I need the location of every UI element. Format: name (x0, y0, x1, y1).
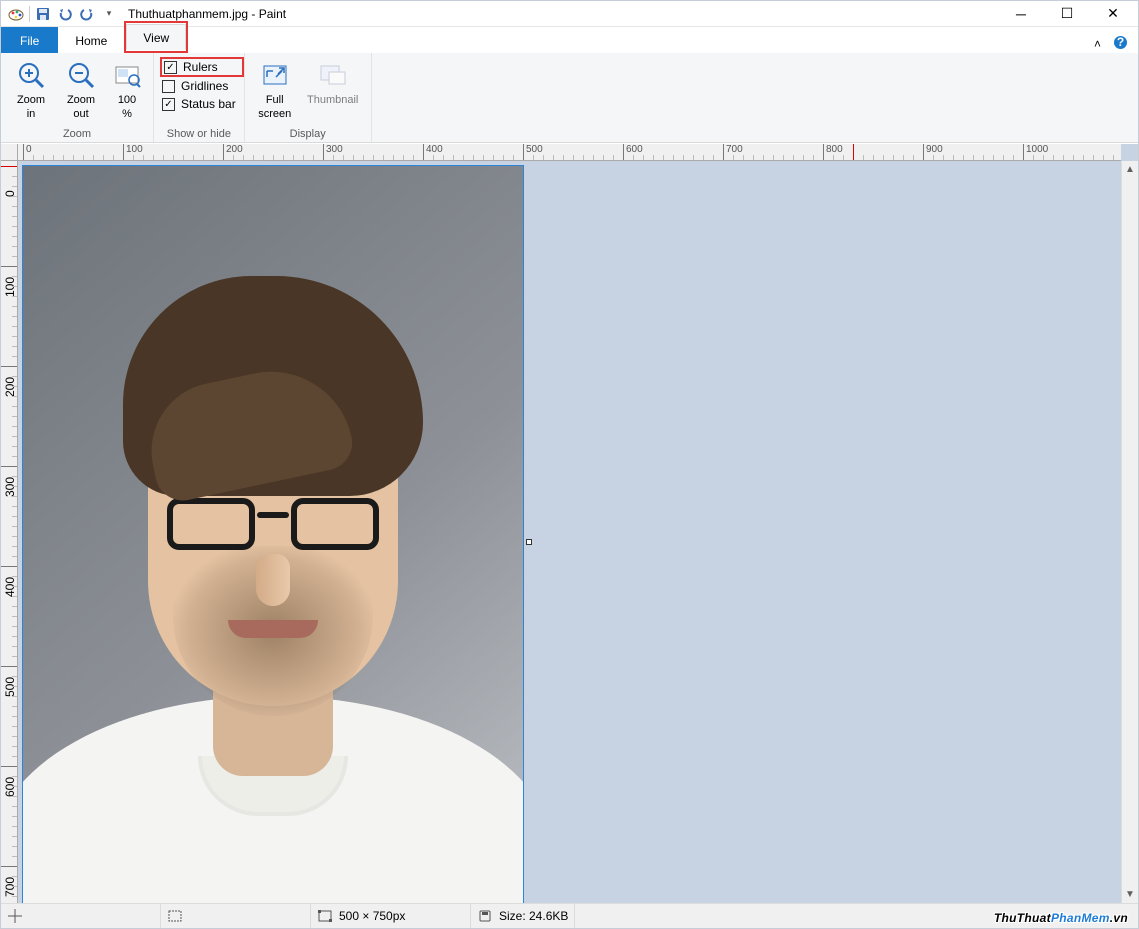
statusbar-label: Status bar (181, 97, 236, 111)
zoom-100-icon (111, 59, 143, 91)
watermark-part-b: PhanMem (1051, 911, 1110, 925)
ruler-v-tick: 300 (1, 466, 18, 467)
scroll-down-icon[interactable]: ▼ (1122, 886, 1138, 903)
zoom-in-icon (15, 59, 47, 91)
thumbnail-icon (317, 59, 349, 91)
group-label-zoom: Zoom (9, 126, 145, 142)
zoom-in-label: Zoom in (17, 93, 45, 121)
ruler-h-cursor (853, 144, 854, 160)
qat-separator (29, 6, 30, 22)
highlight-view-tab: View (124, 21, 188, 53)
quick-access-toolbar: ▾ (3, 5, 118, 23)
ruler-v-cursor (1, 166, 17, 167)
ruler-v-tick: 100 (1, 266, 18, 267)
ruler-horizontal: 0100200300400500600700800900100011 (18, 144, 1121, 161)
scroll-up-icon[interactable]: ▲ (1122, 161, 1138, 178)
status-size-value: 500 × 750px (339, 909, 405, 923)
redo-icon[interactable] (78, 5, 96, 23)
ruler-h-tick: 0 (23, 144, 32, 161)
zoom-in-button[interactable]: Zoom in (9, 57, 53, 121)
watermark-part-c: .vn (1110, 911, 1128, 925)
maximize-button[interactable]: ☐ (1044, 1, 1090, 27)
ruler-v-tick: 400 (1, 566, 18, 567)
cursor-position-icon (7, 909, 23, 923)
zoom-out-button[interactable]: Zoom out (59, 57, 103, 121)
checkbox-icon: ✓ (162, 98, 175, 111)
rulers-label: Rulers (183, 60, 218, 74)
checkbox-icon: ✓ (164, 61, 177, 74)
save-icon[interactable] (34, 5, 52, 23)
rulers-checkbox[interactable]: ✓ Rulers (164, 60, 234, 74)
ribbon-group-display: Full screen Thumbnail Display (245, 53, 372, 142)
full-screen-icon (259, 59, 291, 91)
image-size-icon (317, 909, 333, 923)
canvas-viewport[interactable] (18, 161, 1121, 903)
ruler-v-tick: 200 (1, 366, 18, 367)
zoom-out-icon (65, 59, 97, 91)
vertical-scrollbar[interactable]: ▲ ▼ (1121, 161, 1138, 903)
status-cursor-position (1, 904, 161, 928)
thumbnail-label: Thumbnail (307, 93, 358, 107)
minimize-button[interactable]: ─ (998, 1, 1044, 27)
full-screen-label: Full screen (258, 93, 291, 121)
tab-home[interactable]: Home (58, 27, 124, 53)
ribbon-tabs: File Home View ˄ ? (1, 27, 1138, 53)
zoom-100-label: 100 % (118, 93, 136, 121)
ribbon: Zoom in Zoom out 100 % Zoom ✓ (1, 53, 1138, 143)
ruler-v-tick: 600 (1, 766, 18, 767)
status-file-size: Size: 24.6KB (471, 904, 575, 928)
statusbar-checkbox[interactable]: ✓ Status bar (162, 97, 236, 111)
help-icon[interactable]: ? (1113, 35, 1128, 53)
ribbon-right: ˄ ? (1094, 35, 1138, 53)
tab-view[interactable]: View (126, 24, 186, 50)
disk-icon (477, 909, 493, 923)
window-controls: ─ ☐ ✕ (998, 1, 1136, 27)
ribbon-collapse-icon[interactable]: ˄ (1094, 37, 1101, 51)
svg-text:?: ? (1117, 35, 1124, 49)
ruler-v-tick: 500 (1, 666, 18, 667)
group-label-display: Display (253, 126, 363, 142)
resize-handle-east[interactable] (526, 539, 532, 545)
checkbox-icon (162, 80, 175, 93)
selection-size-icon (167, 909, 183, 923)
zoom-out-label: Zoom out (67, 93, 95, 121)
group-label-show: Show or hide (162, 126, 236, 142)
status-bar: 500 × 750px Size: 24.6KB ThuThuatPhanMem… (1, 903, 1138, 928)
ribbon-group-show: ✓ Rulers Gridlines ✓ Status bar Show or … (154, 53, 245, 142)
full-screen-button[interactable]: Full screen (253, 57, 297, 121)
canvas-surface (18, 161, 1120, 903)
tab-file[interactable]: File (1, 27, 58, 53)
ruler-vertical: 0100200300400500600700 (1, 161, 18, 903)
status-disk-value: Size: 24.6KB (499, 909, 568, 923)
thumbnail-button: Thumbnail (303, 57, 363, 107)
watermark-part-a: ThuThuat (994, 911, 1051, 925)
ruler-v-tick: 700 (1, 866, 18, 867)
paint-app-icon (7, 5, 25, 23)
qat-customize-icon[interactable]: ▾ (100, 5, 118, 23)
undo-icon[interactable] (56, 5, 74, 23)
gridlines-label: Gridlines (181, 79, 228, 93)
canvas-image[interactable] (23, 166, 523, 903)
zoom-100-button[interactable]: 100 % (109, 57, 145, 121)
watermark: ThuThuatPhanMem.vn (994, 904, 1138, 928)
window-title: Thuthuatphanmem.jpg - Paint (128, 7, 286, 21)
work-area: 0100200300400500600700800900100011 0 100 2… (1, 144, 1138, 903)
ribbon-group-zoom: Zoom in Zoom out 100 % Zoom (1, 53, 154, 142)
ruler-corner (1, 144, 18, 161)
highlight-rulers-checkbox: ✓ Rulers (160, 57, 244, 77)
close-button[interactable]: ✕ (1090, 1, 1136, 27)
status-image-size: 500 × 750px (311, 904, 471, 928)
portrait-photo (23, 166, 523, 903)
status-selection (161, 904, 311, 928)
gridlines-checkbox[interactable]: Gridlines (162, 79, 236, 93)
